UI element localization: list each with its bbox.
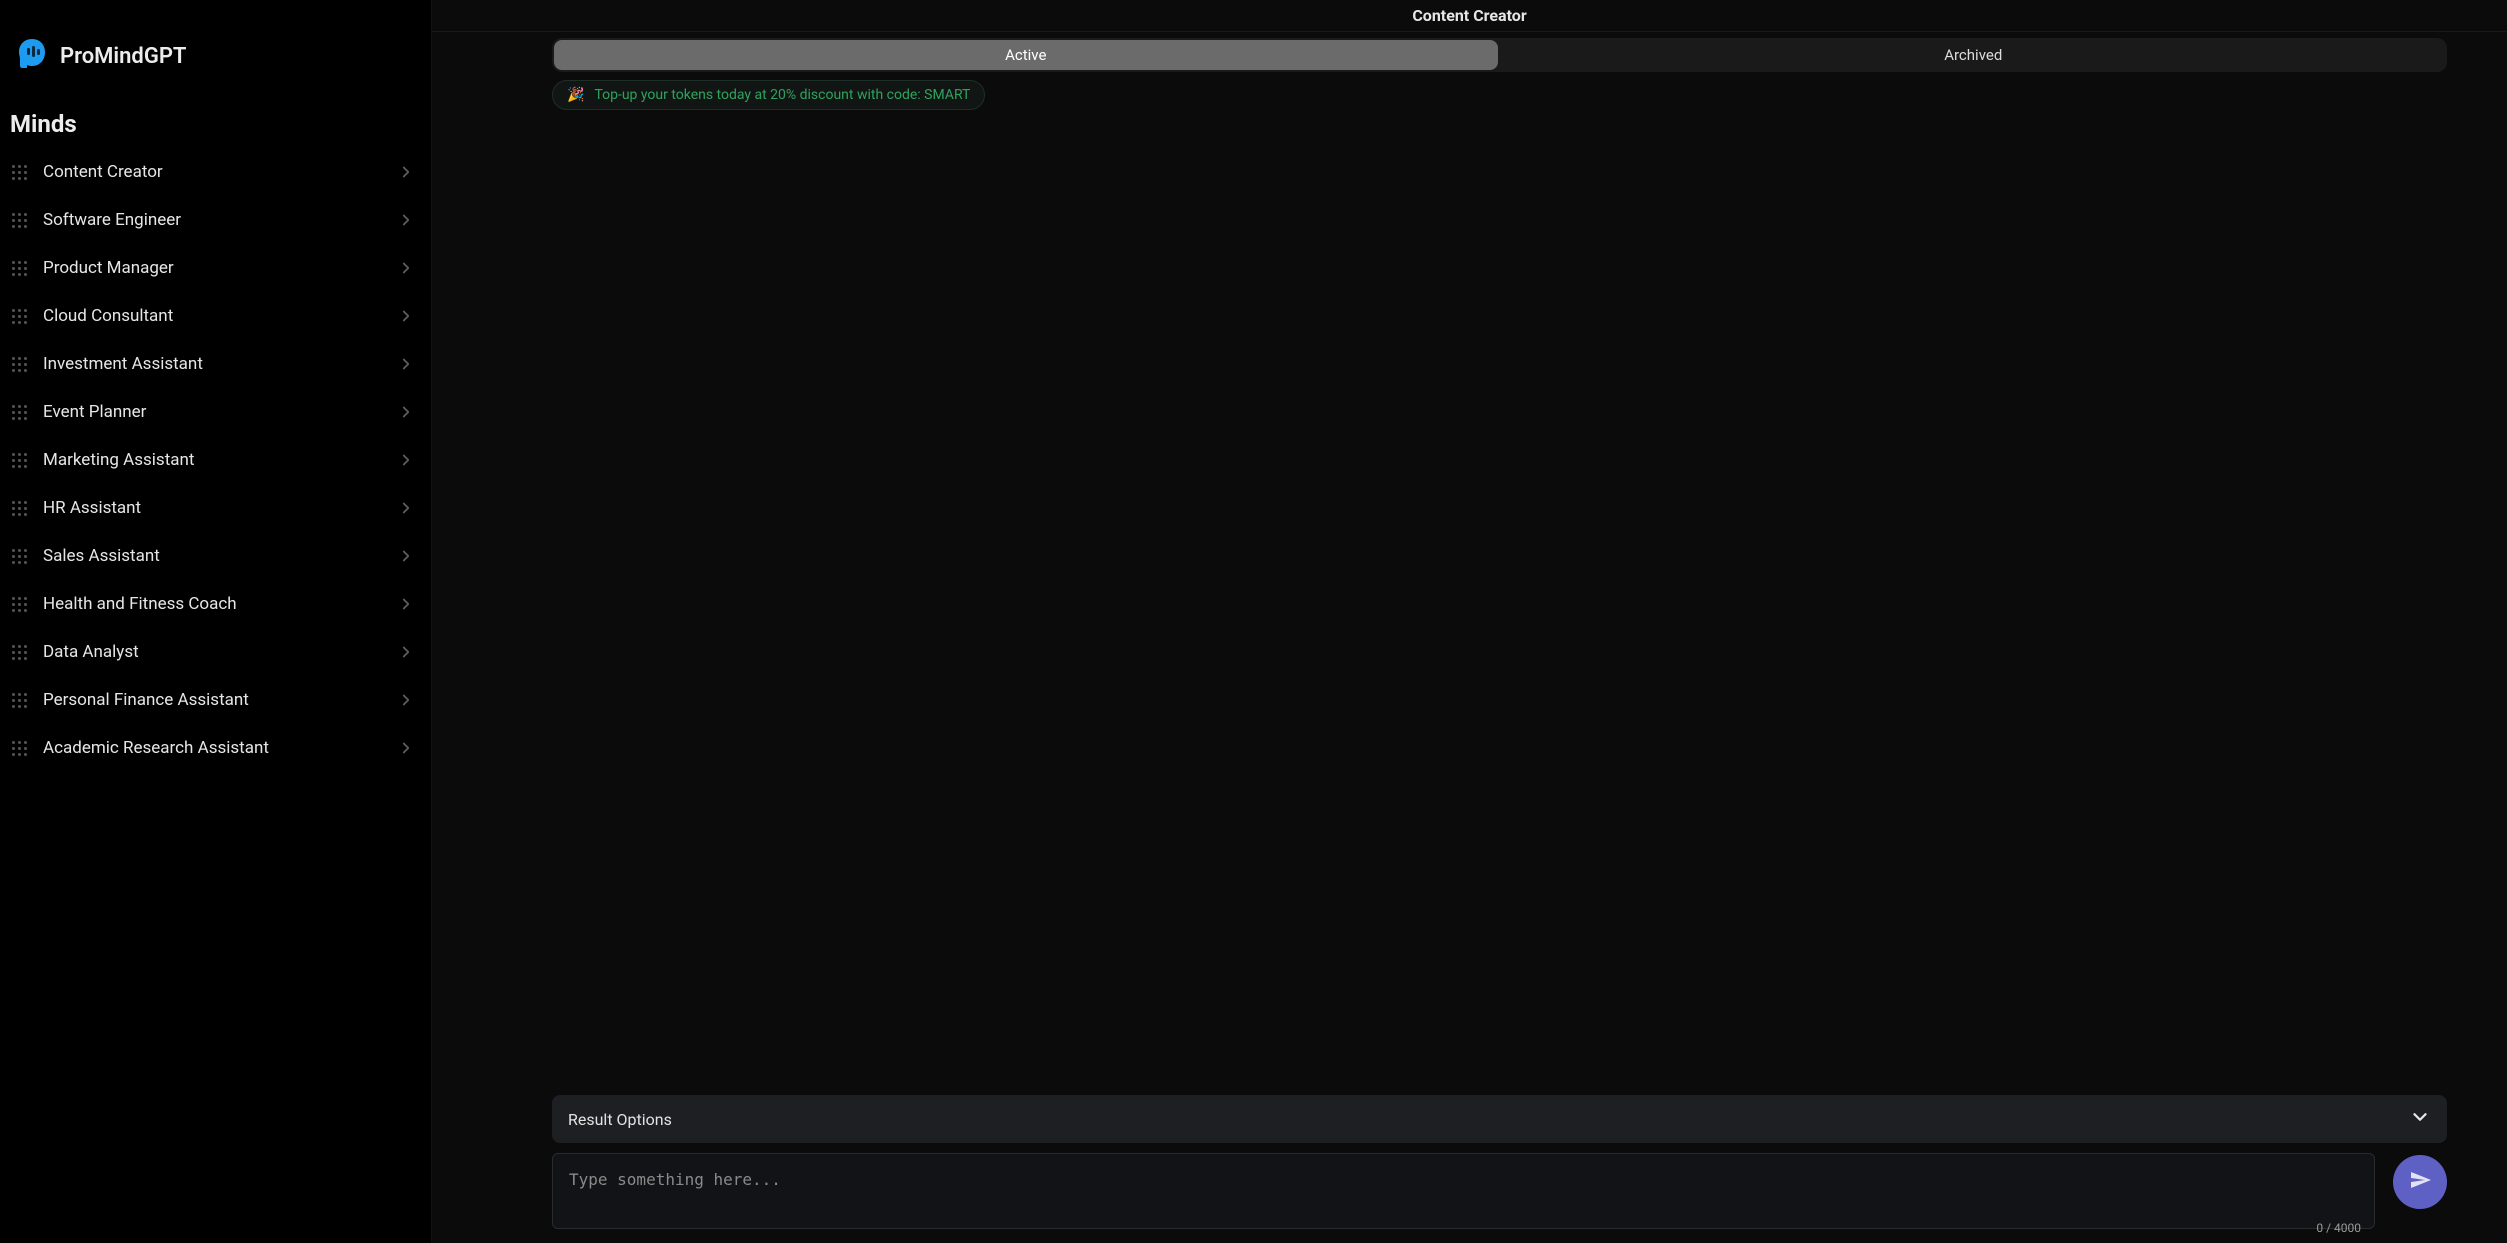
result-options-label: Result Options: [568, 1110, 672, 1129]
sidebar-item-label: Software Engineer: [43, 210, 381, 230]
chevron-right-icon: [397, 595, 415, 613]
chevron-right-icon: [397, 259, 415, 277]
message-input[interactable]: [552, 1153, 2375, 1229]
drag-handle-icon[interactable]: [12, 309, 27, 324]
sidebar-item-label: Cloud Consultant: [43, 306, 381, 326]
sidebar-item-label: Content Creator: [43, 162, 381, 182]
brand-logo-icon: [14, 36, 50, 76]
result-options-toggle[interactable]: Result Options: [552, 1095, 2447, 1143]
chevron-right-icon: [397, 307, 415, 325]
send-icon: [2408, 1168, 2432, 1196]
tab-active[interactable]: Active: [554, 40, 1498, 70]
sidebar-item[interactable]: Product Manager: [0, 244, 427, 292]
promo-banner[interactable]: 🎉 Top-up your tokens today at 20% discou…: [552, 80, 985, 110]
sidebar-item-label: HR Assistant: [43, 498, 381, 518]
sidebar-item-label: Event Planner: [43, 402, 381, 422]
page-title: Content Creator: [1412, 6, 1526, 25]
chevron-right-icon: [397, 739, 415, 757]
chevron-right-icon: [397, 355, 415, 373]
chevron-right-icon: [397, 403, 415, 421]
chevron-right-icon: [397, 499, 415, 517]
party-popper-icon: 🎉: [567, 87, 584, 103]
sidebar-item[interactable]: Data Analyst: [0, 628, 427, 676]
send-button[interactable]: [2393, 1155, 2447, 1209]
sidebar-item[interactable]: Health and Fitness Coach: [0, 580, 427, 628]
char-count: 0 / 4000: [2316, 1221, 2361, 1235]
drag-handle-icon[interactable]: [12, 357, 27, 372]
sidebar-item[interactable]: Event Planner: [0, 388, 427, 436]
sidebar-item-label: Data Analyst: [43, 642, 381, 662]
sidebar-item[interactable]: Content Creator: [0, 148, 427, 196]
sidebar-item-label: Product Manager: [43, 258, 381, 278]
drag-handle-icon[interactable]: [12, 741, 27, 756]
chevron-right-icon: [397, 211, 415, 229]
sidebar-item[interactable]: Personal Finance Assistant: [0, 676, 427, 724]
conversation-area[interactable]: [552, 118, 2447, 1085]
input-box: 0 / 4000: [552, 1153, 2375, 1233]
drag-handle-icon[interactable]: [12, 405, 27, 420]
sidebar-section-title: Minds: [0, 110, 427, 148]
sidebar-item-label: Personal Finance Assistant: [43, 690, 381, 710]
sidebar-item[interactable]: Software Engineer: [0, 196, 427, 244]
sidebar-item[interactable]: Academic Research Assistant: [0, 724, 427, 772]
sidebar-item-label: Health and Fitness Coach: [43, 594, 381, 614]
sidebar-item-label: Academic Research Assistant: [43, 738, 381, 758]
chevron-down-icon: [2409, 1106, 2431, 1132]
drag-handle-icon[interactable]: [12, 549, 27, 564]
drag-handle-icon[interactable]: [12, 261, 27, 276]
promo-banner-text: Top-up your tokens today at 20% discount…: [594, 87, 970, 103]
sidebar-item-label: Sales Assistant: [43, 546, 381, 566]
main-header: Content Creator: [432, 0, 2507, 32]
sidebar: ProMindGPT Minds Content Creator Software…: [0, 0, 432, 1243]
chevron-right-icon: [397, 547, 415, 565]
drag-handle-icon[interactable]: [12, 213, 27, 228]
brand[interactable]: ProMindGPT: [0, 0, 427, 110]
sidebar-item-label: Investment Assistant: [43, 354, 381, 374]
chevron-right-icon: [397, 643, 415, 661]
main: Content Creator Active Archived 🎉 Top-up…: [432, 0, 2507, 1243]
drag-handle-icon[interactable]: [12, 597, 27, 612]
minds-list: Content Creator Software Engineer Product …: [0, 148, 427, 772]
chevron-right-icon: [397, 691, 415, 709]
sidebar-item[interactable]: Cloud Consultant: [0, 292, 427, 340]
sidebar-item[interactable]: Marketing Assistant: [0, 436, 427, 484]
tab-archived[interactable]: Archived: [1502, 40, 2446, 70]
sidebar-item[interactable]: Sales Assistant: [0, 532, 427, 580]
drag-handle-icon[interactable]: [12, 165, 27, 180]
drag-handle-icon[interactable]: [12, 501, 27, 516]
chevron-right-icon: [397, 163, 415, 181]
sidebar-item-label: Marketing Assistant: [43, 450, 381, 470]
drag-handle-icon[interactable]: [12, 645, 27, 660]
brand-name: ProMindGPT: [60, 44, 186, 69]
tabs: Active Archived: [552, 38, 2447, 72]
drag-handle-icon[interactable]: [12, 693, 27, 708]
chevron-right-icon: [397, 451, 415, 469]
sidebar-item[interactable]: Investment Assistant: [0, 340, 427, 388]
drag-handle-icon[interactable]: [12, 453, 27, 468]
sidebar-item[interactable]: HR Assistant: [0, 484, 427, 532]
